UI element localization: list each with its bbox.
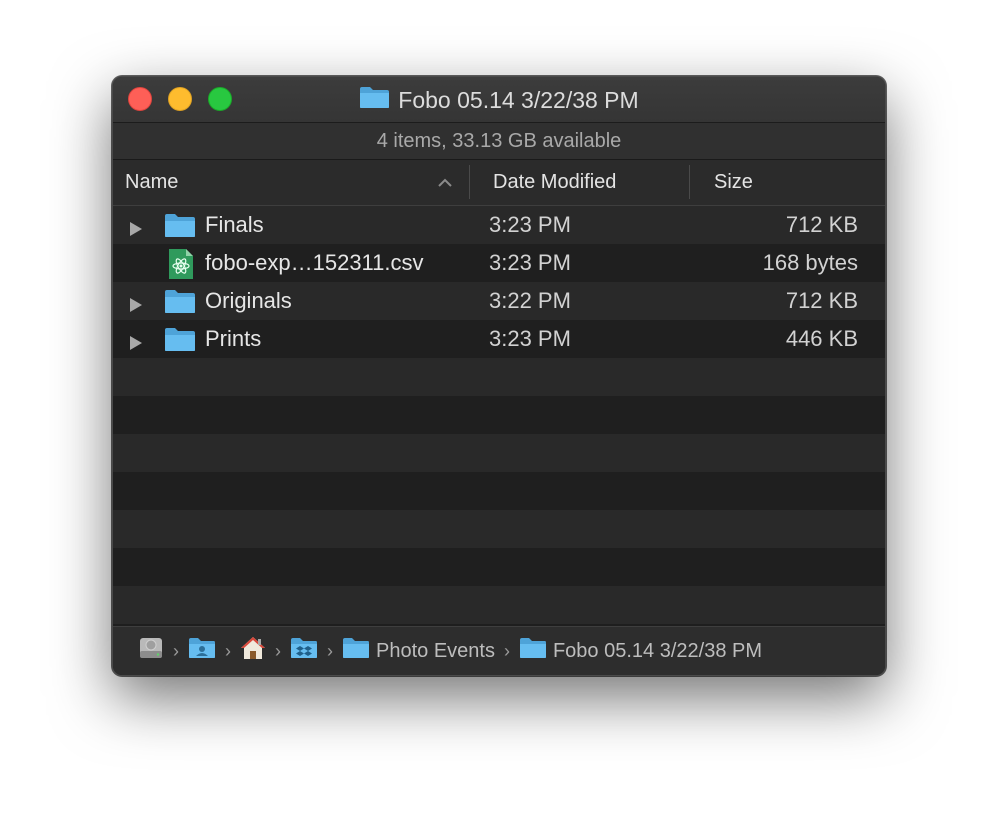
file-name: Prints bbox=[205, 326, 262, 351]
path-crumb-photo-events[interactable]: Photo Events bbox=[342, 637, 495, 665]
column-name-label: Name bbox=[125, 171, 179, 193]
folder-icon bbox=[164, 288, 196, 320]
folder-icon bbox=[164, 326, 196, 358]
list-item[interactable]: Originals 3:22 PM 712 KB bbox=[113, 282, 885, 320]
chevron-right-icon: › bbox=[327, 640, 333, 661]
list-item[interactable]: Prints 3:23 PM 446 KB bbox=[113, 320, 885, 358]
file-name: Finals bbox=[205, 212, 264, 237]
path-crumb-label: Photo Events bbox=[376, 639, 495, 662]
path-crumb-label: Fobo 05.14 3/22/38 PM bbox=[552, 639, 763, 662]
file-size: 446 KB bbox=[785, 326, 858, 351]
folder-icon bbox=[519, 637, 547, 665]
empty-row bbox=[113, 510, 885, 548]
folder-icon bbox=[164, 212, 196, 244]
folder-icon bbox=[342, 637, 370, 665]
list-item[interactable]: Finals 3:23 PM 712 KB bbox=[113, 206, 885, 244]
empty-row bbox=[113, 396, 885, 434]
column-divider[interactable] bbox=[689, 165, 690, 199]
column-date-label: Date Modified bbox=[493, 171, 617, 193]
path-bar: › › › › Photo Events › Fobo 05.14 3/22/3… bbox=[113, 626, 885, 675]
dropbox-folder-icon bbox=[290, 637, 318, 665]
status-text: 4 items, 33.13 GB available bbox=[376, 129, 622, 152]
csv-file-icon bbox=[168, 248, 194, 286]
home-icon bbox=[240, 636, 266, 666]
user-folder-icon bbox=[188, 637, 216, 665]
list-item[interactable]: fobo-exp…152311.csv 3:23 PM 168 bytes bbox=[113, 244, 885, 282]
path-crumb-home[interactable] bbox=[240, 636, 266, 666]
disclosure-triangle-icon[interactable] bbox=[129, 217, 143, 243]
empty-row bbox=[113, 548, 885, 586]
date-modified: 3:23 PM bbox=[489, 326, 571, 351]
chevron-right-icon: › bbox=[275, 640, 281, 661]
file-size: 168 bytes bbox=[762, 250, 858, 275]
column-name-header[interactable]: Name bbox=[125, 160, 470, 205]
path-crumb-dropbox[interactable] bbox=[290, 637, 318, 665]
path-crumb-hard-drive[interactable] bbox=[138, 635, 164, 667]
finder-window: Fobo 05.14 3/22/38 PM 4 items, 33.13 GB … bbox=[112, 76, 886, 676]
column-date-header[interactable]: Date Modified bbox=[493, 160, 688, 205]
disclosure-triangle-icon[interactable] bbox=[129, 293, 143, 319]
folder-icon bbox=[359, 85, 390, 115]
column-size-label: Size bbox=[714, 171, 753, 193]
file-size: 712 KB bbox=[785, 288, 858, 313]
file-name: Originals bbox=[205, 288, 292, 313]
column-header: Name Date Modified Size bbox=[113, 160, 885, 206]
disclosure-triangle-icon[interactable] bbox=[129, 331, 143, 357]
date-modified: 3:23 PM bbox=[489, 212, 571, 237]
chevron-right-icon: › bbox=[173, 640, 179, 661]
empty-row bbox=[113, 472, 885, 510]
empty-row bbox=[113, 434, 885, 472]
date-modified: 3:23 PM bbox=[489, 250, 571, 275]
window-title: Fobo 05.14 3/22/38 PM bbox=[113, 85, 885, 115]
empty-row bbox=[113, 358, 885, 396]
path-crumb-current[interactable]: Fobo 05.14 3/22/38 PM bbox=[519, 637, 762, 665]
title-bar[interactable]: Fobo 05.14 3/22/38 PM bbox=[113, 77, 885, 122]
empty-row bbox=[113, 586, 885, 624]
file-size: 712 KB bbox=[785, 212, 858, 237]
file-list: Finals 3:23 PM 712 KB fobo-exp…152311.cs… bbox=[113, 206, 885, 626]
sort-ascending-icon bbox=[437, 173, 453, 196]
status-bar: 4 items, 33.13 GB available bbox=[113, 122, 885, 160]
date-modified: 3:22 PM bbox=[489, 288, 571, 313]
window-title-text: Fobo 05.14 3/22/38 PM bbox=[398, 86, 639, 113]
column-divider[interactable] bbox=[469, 165, 470, 199]
chevron-right-icon: › bbox=[503, 640, 510, 661]
file-name: fobo-exp…152311.csv bbox=[205, 250, 424, 275]
column-size-header[interactable]: Size bbox=[714, 160, 864, 205]
path-crumb-user[interactable] bbox=[188, 637, 216, 665]
chevron-right-icon: › bbox=[225, 640, 231, 661]
hard-drive-icon bbox=[138, 635, 164, 667]
